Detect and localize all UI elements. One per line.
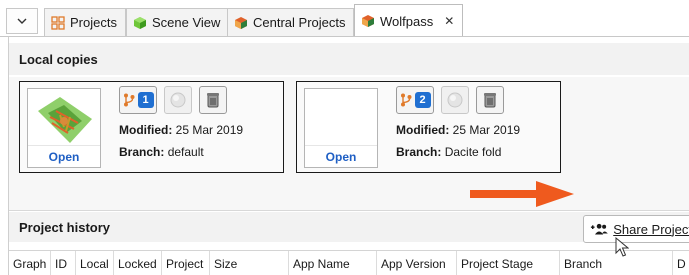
delete-local-copy-button[interactable] (476, 86, 504, 114)
delete-local-copy-button[interactable] (199, 86, 227, 114)
card-actions: 2 (396, 86, 504, 114)
tab-central-projects[interactable]: Central Projects (227, 8, 355, 36)
share-project-button[interactable]: Share Project (583, 215, 689, 243)
local-copy-card: Open 1 Modified: 25 Mar 2019 Branch: def… (19, 81, 284, 173)
tab-wolfpass[interactable]: Wolfpass ✕ (354, 4, 464, 37)
open-button[interactable]: Open (28, 145, 100, 167)
column-header-app-name[interactable]: App Name (289, 251, 377, 275)
card-actions: 1 (119, 86, 227, 114)
project-preview-image (38, 97, 92, 143)
tab-label: Projects (70, 15, 117, 30)
modified-label: Modified: (119, 123, 173, 137)
open-button[interactable]: Open (305, 145, 377, 167)
chevron-down-icon (17, 18, 27, 24)
branch-count-badge: 2 (414, 92, 431, 108)
close-icon[interactable]: ✕ (444, 14, 454, 28)
sync-button[interactable] (164, 86, 192, 114)
section-title: Project history (19, 220, 111, 235)
column-header-app-version[interactable]: App Version (377, 251, 457, 275)
branch-count-badge: 1 (137, 92, 154, 108)
branch-icon (400, 93, 411, 107)
project-history-header: Project history Share Project (9, 212, 689, 243)
tab-projects[interactable]: Projects (44, 8, 126, 36)
modified-info: Modified: 25 Mar 2019 (396, 123, 520, 137)
add-users-icon (590, 223, 608, 235)
column-header-graph[interactable]: Graph (9, 251, 51, 275)
trash-can-icon (484, 93, 496, 108)
branch-value: Dacite fold (444, 145, 502, 159)
branches-button[interactable]: 1 (119, 86, 157, 114)
column-header-id[interactable]: ID (51, 251, 76, 275)
annotation-arrow-icon (470, 181, 574, 207)
column-header-project-stage[interactable]: Project Stage (457, 251, 560, 275)
branch-label: Branch: (396, 145, 442, 159)
branch-info: Branch: Dacite fold (396, 145, 501, 159)
sphere-icon (170, 92, 186, 108)
column-header-project[interactable]: Project (162, 251, 210, 275)
branch-value: default (167, 145, 204, 159)
cube-icon (134, 16, 146, 29)
tab-list-menu-button[interactable] (6, 8, 38, 34)
sync-button[interactable] (441, 86, 469, 114)
column-header-locked[interactable]: Locked (114, 251, 162, 275)
column-header-local[interactable]: Local (76, 251, 114, 275)
tab-label: Central Projects (253, 15, 346, 30)
branch-icon (123, 93, 134, 107)
project-thumbnail[interactable]: Open (27, 88, 101, 168)
tab-scene-view[interactable]: Scene View (126, 8, 230, 36)
hex-logo-icon (362, 15, 374, 27)
history-table-header: Graph ID Local Locked Project Size App N… (9, 250, 689, 275)
sphere-icon (447, 92, 463, 108)
column-header-size[interactable]: Size (210, 251, 289, 275)
grid-icon (51, 15, 65, 30)
project-thumbnail[interactable]: Open (304, 88, 378, 168)
modified-info: Modified: 25 Mar 2019 (119, 123, 243, 137)
share-project-label: Share Project (613, 221, 689, 237)
tab-label: Wolfpass (380, 13, 434, 29)
column-header-date[interactable]: D (673, 251, 689, 275)
trash-can-icon (207, 93, 219, 108)
modified-value: 25 Mar 2019 (175, 123, 244, 137)
tab-bar: Projects Scene View Central Projects Wol… (0, 0, 689, 37)
branch-info: Branch: default (119, 145, 204, 159)
section-title: Local copies (19, 51, 98, 67)
tab-label: Scene View (152, 15, 221, 30)
local-copy-card: Open 2 Modified: 25 Mar 2019 Branch: Dac… (296, 81, 561, 173)
hex-logo-icon (235, 16, 247, 29)
branches-button[interactable]: 2 (396, 86, 434, 114)
branch-label: Branch: (119, 145, 165, 159)
mouse-pointer-icon (615, 237, 629, 257)
modified-label: Modified: (396, 123, 450, 137)
modified-value: 25 Mar 2019 (452, 123, 521, 137)
local-copies-header: Local copies (9, 43, 689, 75)
local-copies-area: Open 1 Modified: 25 Mar 2019 Branch: def… (9, 77, 689, 211)
project-panel: Local copies Open 1 Modified: 25 Mar 201… (8, 37, 689, 275)
